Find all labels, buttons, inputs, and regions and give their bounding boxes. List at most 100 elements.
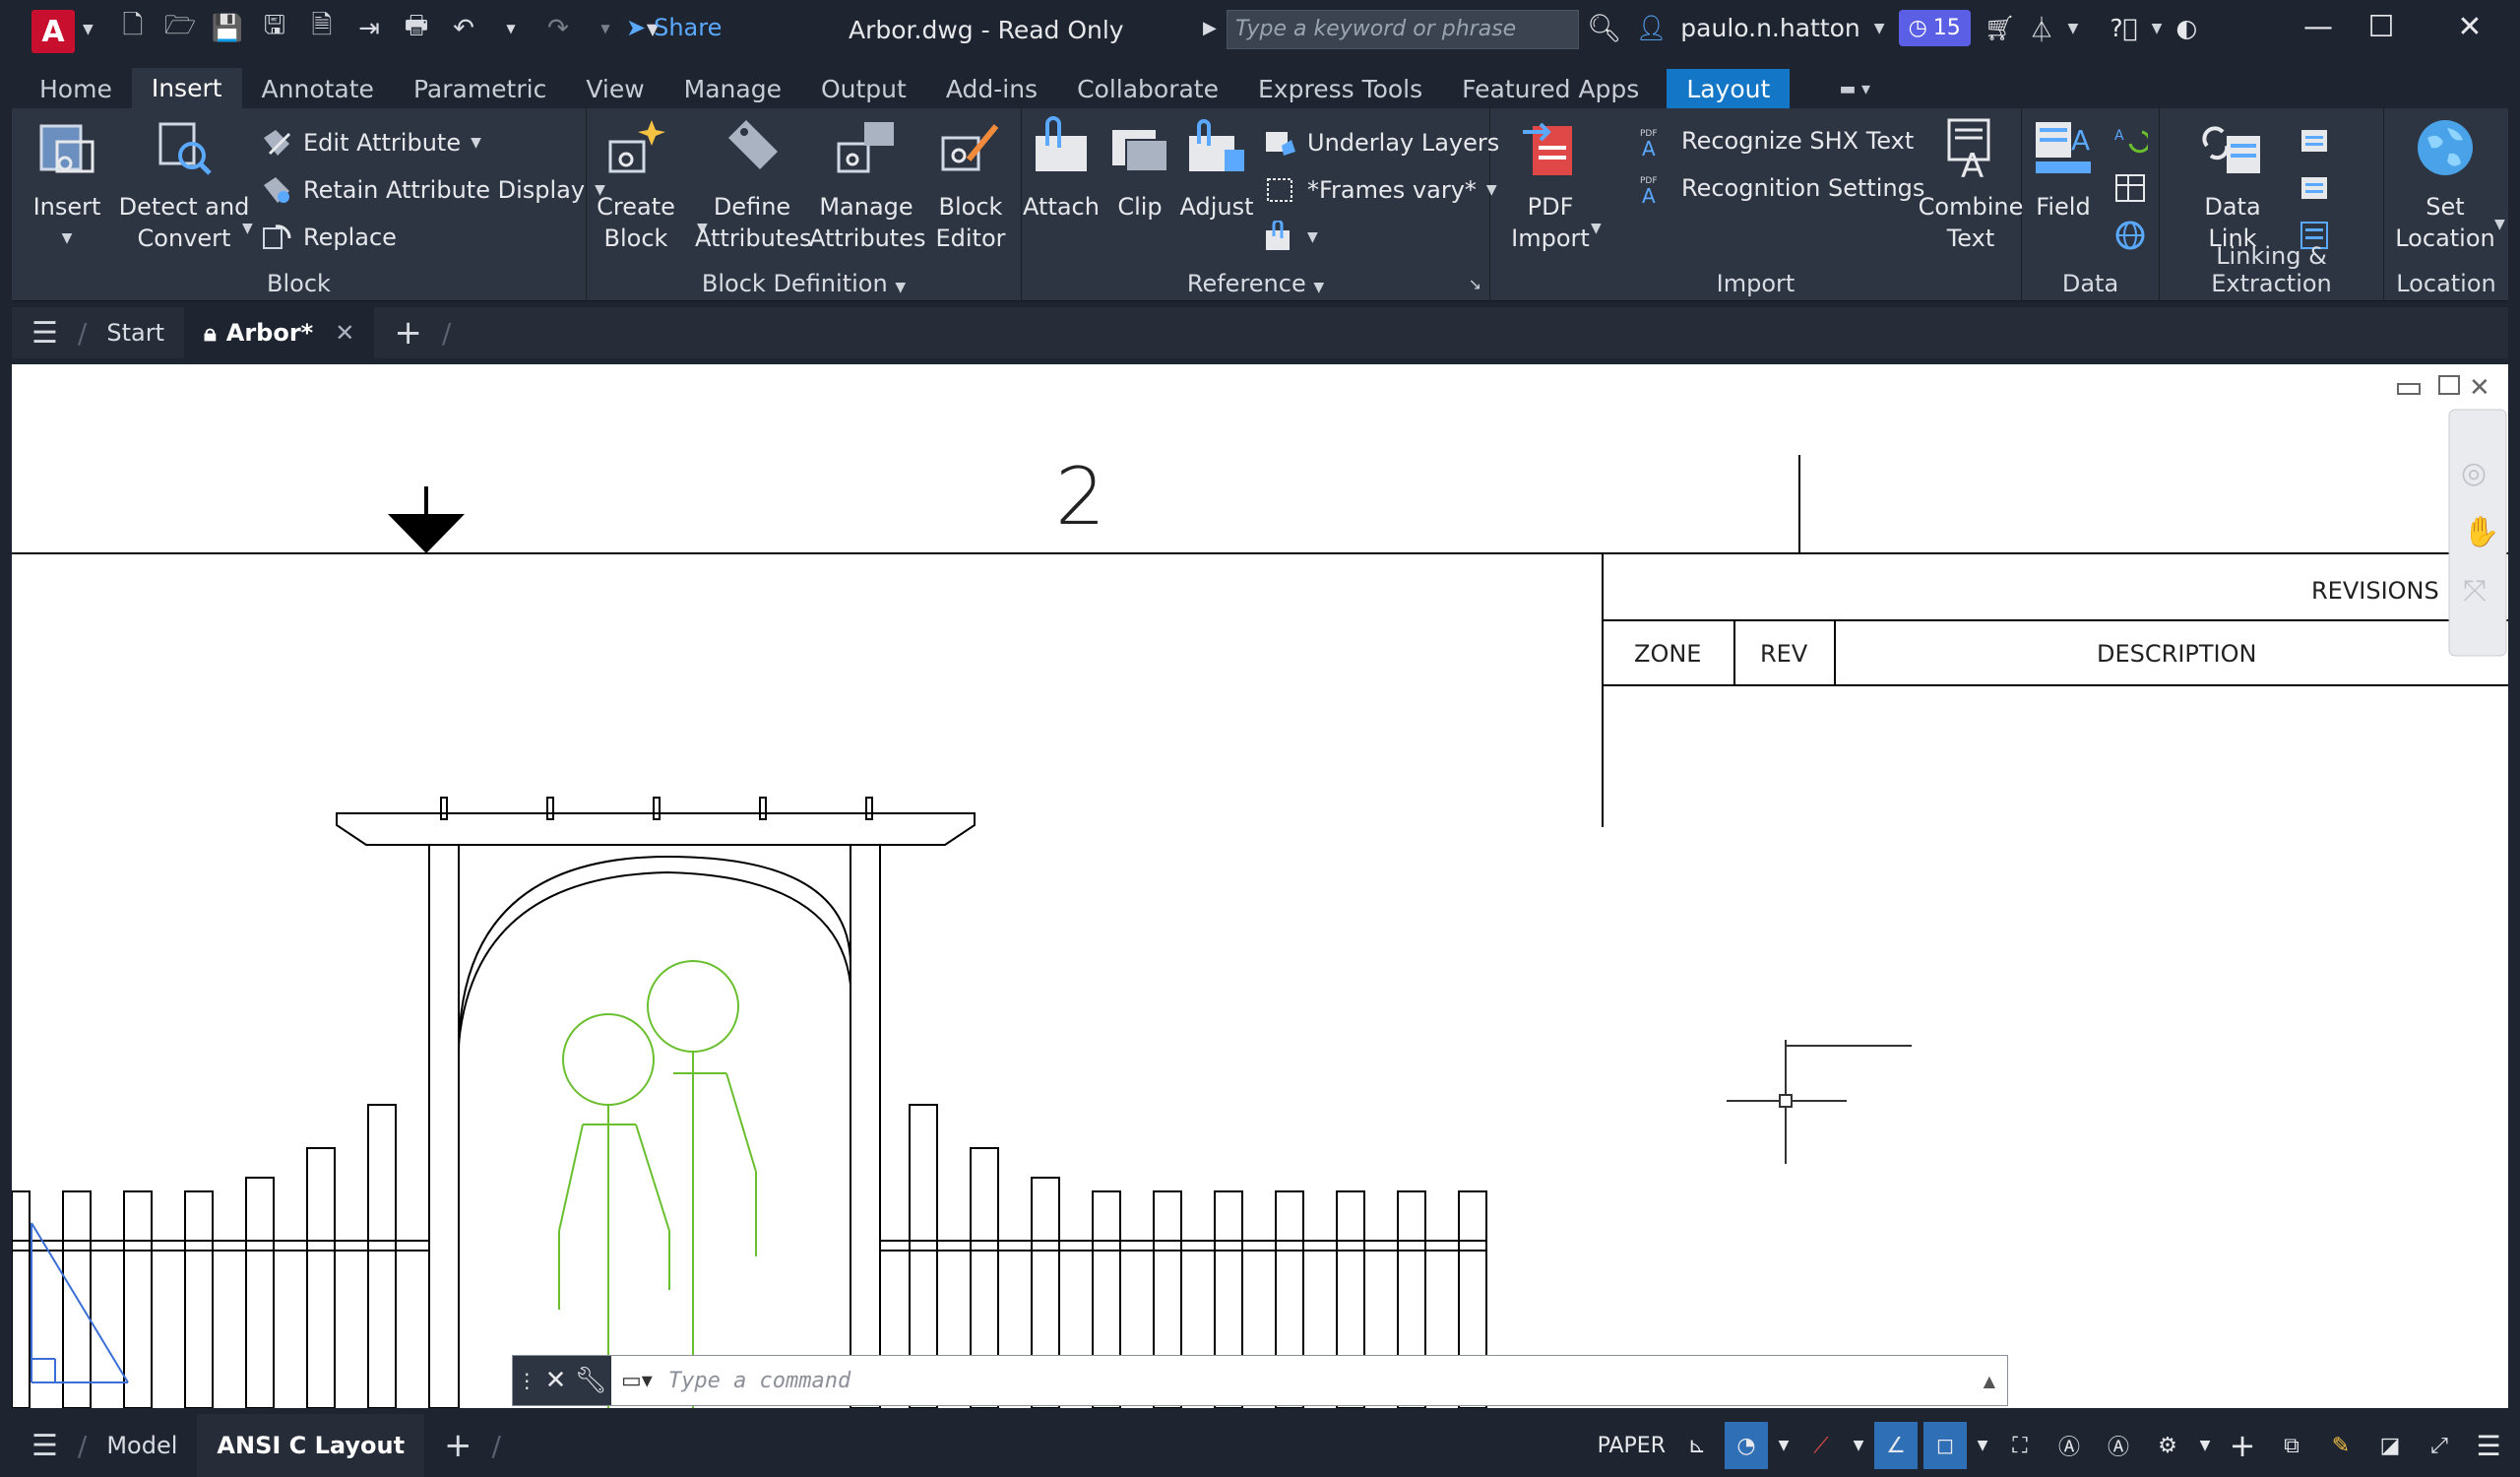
retain-attribute-display-button[interactable]: Retain Attribute Display ▼ bbox=[260, 173, 605, 207]
data-link-button[interactable]: Data Link bbox=[2181, 116, 2284, 254]
window-close-icon[interactable]: ✕ bbox=[2445, 10, 2494, 44]
tab-arbor[interactable]: 🔒︎ Arbor* ✕ bbox=[183, 307, 375, 358]
account-dropdown-icon[interactable]: ▼ bbox=[2068, 21, 2079, 36]
pdf-import-button[interactable]: PDF Import bbox=[1496, 116, 1605, 254]
annotation-monitor-icon[interactable]: + bbox=[2221, 1422, 2264, 1469]
save-icon[interactable]: 💾 bbox=[211, 12, 244, 45]
ribbon-display-toggle-icon[interactable]: ▬ ▾ bbox=[1819, 73, 1890, 105]
search-input[interactable]: Type a keyword or phrase bbox=[1227, 10, 1579, 49]
tab-manage[interactable]: Manage bbox=[664, 69, 801, 109]
frames-vary-dropdown[interactable]: *Frames vary* ▼ bbox=[1264, 173, 1497, 207]
redo-dropdown-icon[interactable]: ▼ bbox=[589, 12, 622, 45]
navigation-bar[interactable]: ◎ ✋ ⤧ bbox=[2448, 409, 2507, 657]
save-as-icon[interactable]: 🖫 bbox=[258, 11, 291, 45]
polar-tracking-icon[interactable]: ◔ bbox=[1725, 1422, 1768, 1469]
reference-dialog-launcher-icon[interactable]: ↘ bbox=[1469, 275, 1481, 293]
tab-model[interactable]: Model bbox=[87, 1414, 197, 1477]
help-dropdown-icon[interactable]: ▼ bbox=[2152, 21, 2163, 36]
isometric-icon[interactable]: ⟋ bbox=[1799, 1422, 1843, 1469]
polar-dropdown-icon[interactable]: ▼ bbox=[1774, 1422, 1794, 1469]
command-history-icon[interactable]: ▲ bbox=[1984, 1372, 1995, 1390]
auto-scale-icon[interactable]: Ⓐ bbox=[2097, 1422, 2140, 1469]
autodesk-account-icon[interactable]: ⏃ bbox=[2030, 11, 2054, 46]
osnap-dropdown-icon[interactable]: ▼ bbox=[1973, 1422, 1992, 1469]
viewport-restore-icon[interactable] bbox=[2438, 375, 2460, 395]
tab-output[interactable]: Output bbox=[801, 69, 926, 109]
viewport-close-icon[interactable]: ✕ bbox=[2469, 373, 2490, 403]
define-attributes-button[interactable]: Define Attributes bbox=[695, 116, 811, 254]
grid-snap-icon[interactable]: ⊾ bbox=[1675, 1422, 1719, 1469]
pdf-import-dropdown-icon[interactable]: ▼ bbox=[1591, 221, 1602, 236]
set-location-dropdown-icon[interactable]: ▼ bbox=[2494, 217, 2505, 232]
new-tab-icon[interactable]: + bbox=[374, 307, 442, 358]
command-prompt-icon[interactable]: ▭▾ bbox=[621, 1369, 653, 1393]
block-definition-group-label[interactable]: Block Definition ▼ bbox=[587, 270, 1021, 297]
open-folder-icon[interactable]: 🗁 bbox=[163, 11, 197, 45]
save-web-icon[interactable]: 🗎 bbox=[305, 11, 339, 45]
maximize-icon[interactable]: ☐ bbox=[2357, 10, 2406, 44]
tab-featured-apps[interactable]: Featured Apps bbox=[1442, 69, 1659, 109]
block-editor-button[interactable]: Block Editor bbox=[923, 116, 1018, 254]
clean-screen-icon[interactable]: ⤢ bbox=[2418, 1422, 2461, 1469]
paper-space-toggle[interactable]: PAPER bbox=[1594, 1422, 1670, 1469]
feedback-icon[interactable]: ◐ bbox=[2175, 14, 2197, 42]
attach-button[interactable]: Attach bbox=[1022, 116, 1101, 223]
table-insert-icon[interactable] bbox=[2112, 171, 2148, 205]
edit-attribute-button[interactable]: Edit Attribute ▼ bbox=[260, 126, 481, 160]
tab-ansi-c-layout[interactable]: ANSI C Layout bbox=[197, 1414, 425, 1477]
tab-addins[interactable]: Add-ins bbox=[926, 69, 1057, 109]
tab-express-tools[interactable]: Express Tools bbox=[1238, 69, 1442, 109]
annotation-visibility-icon[interactable]: Ⓐ bbox=[2048, 1422, 2091, 1469]
detect-convert-button[interactable]: Detect and Convert bbox=[110, 116, 258, 254]
reference-group-label[interactable]: Reference ▼ bbox=[1022, 270, 1489, 297]
field-button[interactable]: A Field bbox=[2026, 116, 2101, 223]
layout-menu-icon[interactable]: ☰ bbox=[12, 1414, 78, 1477]
upload-data-icon[interactable] bbox=[2298, 171, 2333, 205]
quick-properties-icon[interactable]: ✎ bbox=[2319, 1422, 2362, 1469]
iso-dropdown-icon[interactable]: ▼ bbox=[1849, 1422, 1868, 1469]
drawing-canvas[interactable]: ✕ 2 1 REVISIONS ZONE REV DESCR bbox=[12, 364, 2508, 1408]
adjust-button[interactable]: Adjust bbox=[1175, 116, 1258, 223]
clip-button[interactable]: Clip bbox=[1102, 116, 1177, 223]
combine-text-button[interactable]: A Combine Text bbox=[1918, 116, 2024, 254]
user-dropdown-icon[interactable]: ▼ bbox=[1874, 21, 1885, 36]
new-file-icon[interactable]: 🗋 bbox=[116, 11, 150, 45]
new-layout-icon[interactable]: + bbox=[424, 1414, 492, 1477]
set-location-button[interactable]: Set Location bbox=[2388, 116, 2502, 254]
detect-convert-dropdown-icon[interactable]: ▼ bbox=[242, 221, 253, 236]
steering-wheel-icon[interactable]: ◎ bbox=[2461, 456, 2487, 490]
cart-icon[interactable]: 🛒︎ bbox=[1984, 14, 2016, 43]
search-icon[interactable]: 🔍︎ bbox=[1587, 12, 1622, 44]
user-name[interactable]: paulo.n.hatton bbox=[1680, 14, 1859, 42]
close-command-icon[interactable]: ✕ bbox=[545, 1366, 567, 1395]
units-icon[interactable]: ⧉ bbox=[2270, 1422, 2313, 1469]
viewport-minimize-icon[interactable] bbox=[2397, 383, 2421, 395]
hyperlink-globe-icon[interactable] bbox=[2112, 219, 2148, 252]
pan-hand-icon[interactable]: ✋ bbox=[2463, 514, 2499, 549]
trial-badge[interactable]: ◷ 15 bbox=[1898, 10, 1971, 46]
tab-start[interactable]: Start bbox=[87, 307, 184, 358]
recognition-settings-button[interactable]: PDF A Recognition Settings bbox=[1638, 171, 1924, 205]
insert-dropdown-icon[interactable]: ▼ bbox=[20, 223, 114, 254]
underlay-layers-button[interactable]: Underlay Layers bbox=[1264, 126, 1499, 160]
zoom-extents-icon[interactable]: ⤧ bbox=[2463, 574, 2487, 609]
hardware-acceleration-icon[interactable]: ◪ bbox=[2368, 1422, 2412, 1469]
manage-attributes-button[interactable]: Manage Attributes bbox=[809, 116, 925, 254]
plot-icon[interactable]: 🖶 bbox=[400, 11, 433, 45]
import-icon[interactable]: ⇥ bbox=[352, 12, 386, 45]
tab-collaborate[interactable]: Collaborate bbox=[1057, 69, 1238, 109]
user-icon[interactable]: 👤︎ bbox=[1636, 14, 1668, 43]
object-snap-icon[interactable]: ◻ bbox=[1923, 1422, 1967, 1469]
tab-parametric[interactable]: Parametric bbox=[394, 69, 566, 109]
undo-dropdown-icon[interactable]: ▼ bbox=[494, 12, 528, 45]
workspace-dropdown-icon[interactable]: ▼ bbox=[2195, 1422, 2215, 1469]
undo-icon[interactable]: ↶ bbox=[447, 12, 480, 45]
tab-annotate[interactable]: Annotate bbox=[242, 69, 394, 109]
create-block-button[interactable]: Create Block bbox=[587, 116, 685, 254]
recognize-shx-text-button[interactable]: PDF A Recognize SHX Text bbox=[1638, 124, 1914, 158]
edit-attribute-dropdown-icon[interactable]: ▼ bbox=[471, 135, 481, 151]
grip-icon[interactable]: ⋮ bbox=[517, 1369, 536, 1392]
file-tab-menu-icon[interactable]: ☰ bbox=[12, 307, 78, 358]
selection-cycling-icon[interactable]: ⛶ bbox=[1998, 1422, 2042, 1469]
command-input[interactable]: Type a command bbox=[668, 1369, 850, 1393]
